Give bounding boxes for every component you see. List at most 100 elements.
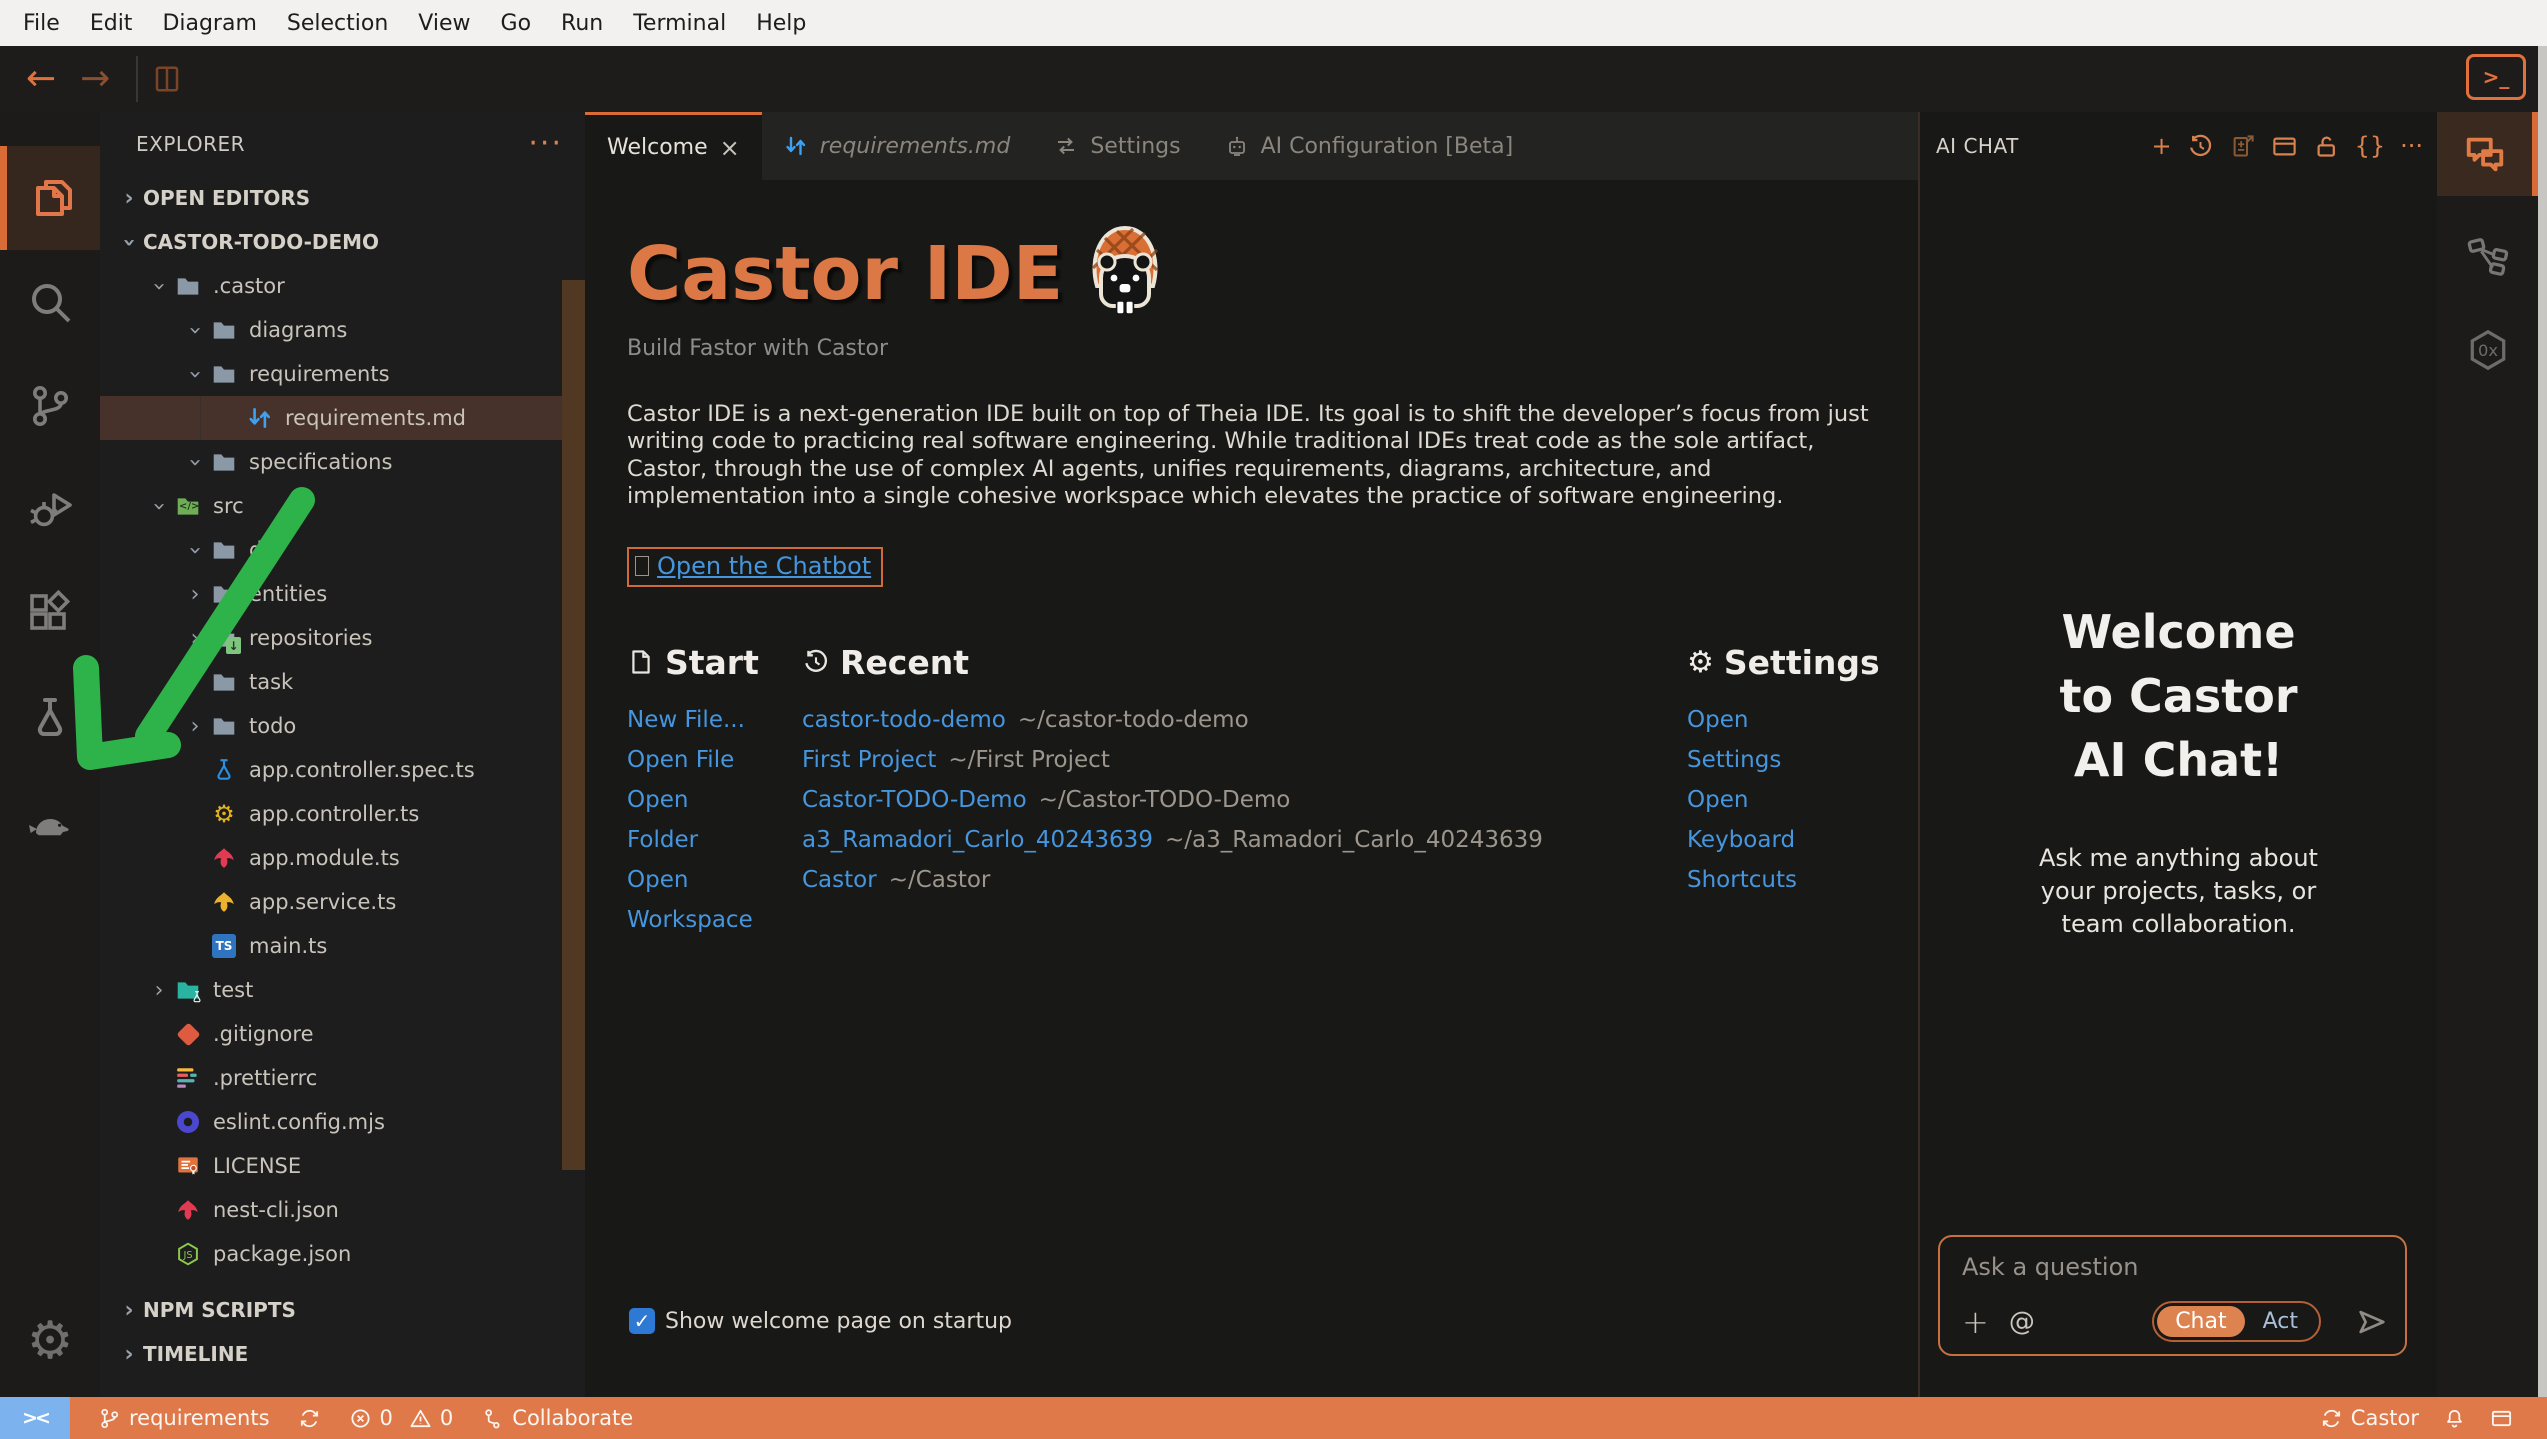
tree-item[interactable]: TSmain.ts [100,924,585,968]
mode-act[interactable]: Act [2245,1306,2316,1337]
activity-source-control[interactable] [0,354,100,458]
new-chat-icon[interactable] [2229,133,2256,160]
status-branch[interactable]: requirements [98,1406,270,1430]
tree-item[interactable]: .prettierrc [100,1056,585,1100]
status-collaborate[interactable]: Collaborate [481,1406,633,1430]
settings-gear-button[interactable]: ⚙ [0,1315,100,1367]
attach-plus-icon[interactable]: + [1962,1306,1989,1338]
chat-mode-toggle[interactable]: Chat Act [2152,1301,2321,1342]
menu-selection[interactable]: Selection [272,11,403,36]
terminal-icon[interactable]: >_ [2466,54,2526,100]
tree-item[interactable]: app.module.ts [100,836,585,880]
sync-icon [2320,1407,2343,1430]
activity-hex-0x[interactable] [2437,308,2538,392]
send-icon[interactable] [2355,1305,2389,1339]
window-scrollbar[interactable] [2538,46,2547,1439]
status-bar: >< requirements 0 0 Collaborate [0,1397,2547,1439]
section-timeline[interactable]: › TIMELINE [100,1332,585,1376]
chat-input-box[interactable]: Ask a question + @ Chat Act [1938,1235,2407,1356]
tree-item[interactable]: ›task [100,660,585,704]
activity-castor[interactable] [0,770,100,874]
tree-item[interactable]: ›entities [100,572,585,616]
activity-ai-chat[interactable] [2437,112,2538,196]
menu-help[interactable]: Help [741,11,821,36]
menu-view[interactable]: View [403,11,485,36]
tree-item[interactable]: ›todo [100,704,585,748]
tree-item[interactable]: eslint.config.mjs [100,1100,585,1144]
section-npm-scripts[interactable]: › NPM SCRIPTS [100,1288,585,1332]
tree-item[interactable]: ›dto [100,528,585,572]
src-folder-icon: </> [173,492,203,520]
ellipsis-icon[interactable]: ··· [2400,134,2423,158]
history-icon[interactable] [2187,133,2214,160]
activity-testing[interactable] [0,666,100,770]
ellipsis-icon[interactable]: ··· [528,138,563,150]
activity-search[interactable] [0,250,100,354]
section-open-editors[interactable]: › OPEN EDITORS [100,176,585,220]
open-folder-link[interactable]: Open Folder [627,780,757,860]
sidebar-scrollbar[interactable] [562,280,585,1170]
menu-run[interactable]: Run [546,11,618,36]
tree-item[interactable]: ›test [100,968,585,1012]
new-file-link[interactable]: New File... [627,700,757,740]
back-arrow-icon[interactable]: ← [14,61,68,97]
open-keyboard-shortcuts-link[interactable]: Open Keyboard Shortcuts [1687,780,1847,900]
braces-icon[interactable]: {} [2355,134,2386,158]
chevron-right-icon: › [115,1298,143,1323]
open-workspace-link[interactable]: Open Workspace [627,860,757,940]
tab-ai-configuration[interactable]: AI Configuration [Beta] [1203,112,1536,180]
activity-run-debug[interactable] [0,458,100,562]
tree-item[interactable]: ›diagrams [100,308,585,352]
recent-item: castor-todo-demo~/castor-todo-demo [802,700,1687,740]
tab-settings[interactable]: Settings [1032,112,1202,180]
status-layout[interactable] [2490,1407,2513,1430]
unlock-icon[interactable] [2313,133,2340,160]
tree-item-selected[interactable]: requirements.md [100,396,585,440]
activity-extensions[interactable] [0,562,100,666]
tree-item[interactable]: ⚙app.controller.ts [100,792,585,836]
mode-chat[interactable]: Chat [2157,1306,2244,1337]
tree-item[interactable]: ›.castor [100,264,585,308]
status-sync[interactable] [298,1407,321,1430]
chevron-right-icon: › [181,670,209,695]
status-problems[interactable]: 0 0 [349,1406,454,1430]
close-icon[interactable]: × [720,134,740,162]
tree-item[interactable]: package.json [100,1232,585,1276]
open-settings-link[interactable]: Open Settings [1687,700,1847,780]
tree-item[interactable]: app.controller.spec.ts [100,748,585,792]
section-workspace[interactable]: › CASTOR-TODO-DEMO [100,220,585,264]
tree-item[interactable]: ›specifications [100,440,585,484]
checkbox-checked[interactable]: ✓ [629,1308,655,1334]
menu-go[interactable]: Go [486,11,547,36]
split-editor-icon[interactable] [152,62,182,96]
activity-explorer[interactable] [0,146,100,250]
status-notifications[interactable] [2443,1407,2466,1430]
open-chatbot-link-box[interactable]: Open the Chatbot [627,547,883,587]
menu-diagram[interactable]: Diagram [147,11,271,36]
tree-item[interactable]: nest-cli.json [100,1188,585,1232]
tree-item[interactable]: LICENSE [100,1144,585,1188]
activity-diagram[interactable] [2437,215,2538,299]
layout-icon[interactable] [2271,133,2298,160]
tree-item[interactable]: .gitignore [100,1012,585,1056]
remote-indicator[interactable]: >< [0,1397,70,1439]
menu-file[interactable]: File [8,11,75,36]
tab-requirements-md[interactable]: requirements.md [762,112,1033,180]
tree-item[interactable]: ›</>src [100,484,585,528]
tree-item[interactable]: app.service.ts [100,880,585,924]
forward-arrow-icon[interactable]: → [68,61,122,97]
flask-icon [26,694,74,742]
status-castor[interactable]: Castor [2320,1406,2419,1430]
tree-item[interactable]: ›requirements [100,352,585,396]
open-chatbot-link[interactable]: Open the Chatbot [657,552,871,580]
tree-item[interactable]: ›↓repositories [100,616,585,660]
welcome-columns: Start New File... Open File Open Folder … [627,643,1897,940]
explorer-header: EXPLORER ··· [100,112,585,176]
chevron-down-icon: › [183,448,208,476]
open-file-link[interactable]: Open File [627,740,757,780]
mention-icon[interactable]: @ [2009,1307,2035,1337]
menu-edit[interactable]: Edit [75,11,148,36]
menu-terminal[interactable]: Terminal [618,11,741,36]
tab-welcome[interactable]: Welcome × [585,112,762,180]
plus-icon[interactable]: + [2151,134,2171,158]
